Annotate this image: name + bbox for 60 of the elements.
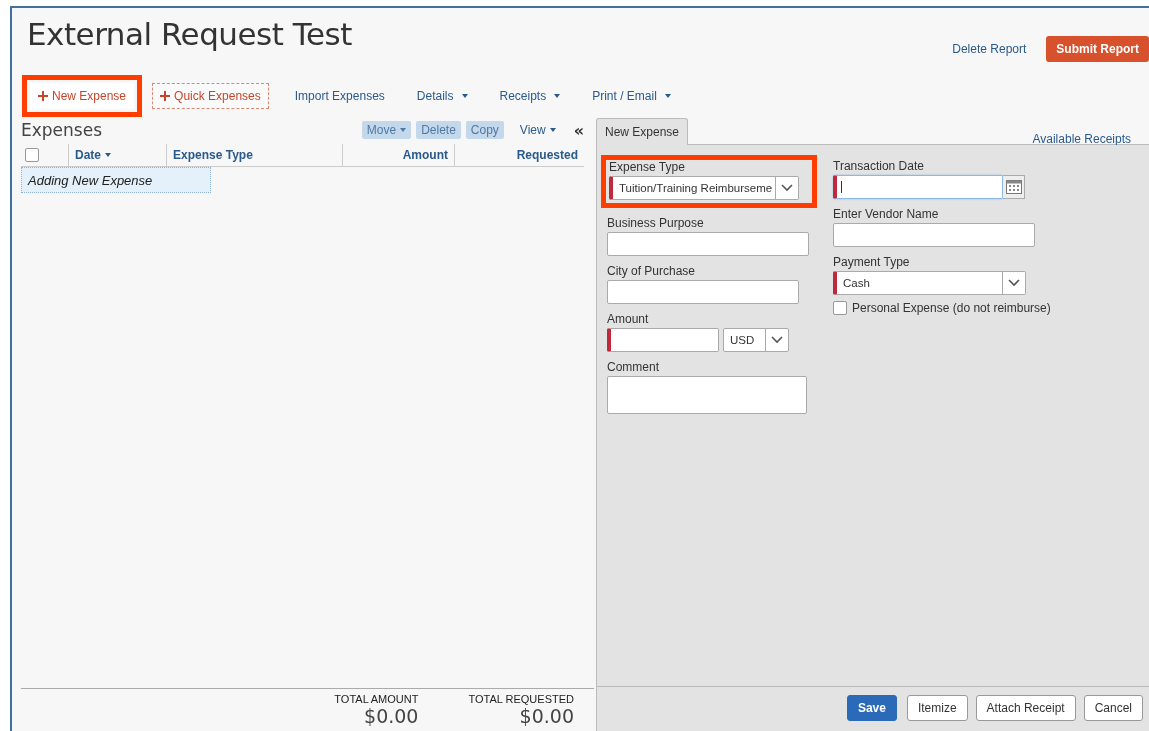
caret-icon <box>400 128 407 132</box>
currency-dropdown[interactable]: USD <box>723 328 789 352</box>
date-field[interactable] <box>833 175 1003 199</box>
toolbar-link[interactable]: Import Expenses <box>294 89 385 103</box>
dropdown[interactable]: Cash <box>833 271 1026 295</box>
chevron-icon <box>781 184 793 192</box>
field-label: Enter Vendor Name <box>833 207 940 221</box>
menu-link[interactable]: Print / Email <box>592 89 671 103</box>
select-all-checkbox[interactable] <box>25 148 39 162</box>
dropdown[interactable]: Tuition/Training Reimburseme <box>609 176 799 200</box>
column-header[interactable]: Requested <box>455 144 584 166</box>
submit-button[interactable]: Submit Report <box>1046 36 1149 62</box>
comment-field[interactable] <box>607 376 807 414</box>
total-label: TOTAL REQUESTED <box>468 693 574 705</box>
field-label: Expense Type <box>609 160 686 174</box>
field-label: City of Purchase <box>607 264 697 278</box>
field-label: Amount <box>607 312 650 326</box>
plus-icon <box>38 91 48 101</box>
menu-link[interactable]: Receipts <box>499 89 561 103</box>
column-header[interactable]: Expense Type <box>167 144 343 166</box>
caret-icon <box>461 94 468 98</box>
chevron-icon <box>1008 279 1020 287</box>
field-label: Transaction Date <box>833 159 925 173</box>
plus-icon <box>160 91 171 101</box>
text-field[interactable] <box>607 232 809 256</box>
delete-report-link[interactable]: Delete Report <box>952 42 1027 56</box>
total-value: $0.00 <box>519 705 574 727</box>
text-field[interactable] <box>607 280 799 304</box>
caret-icon <box>554 94 561 98</box>
table-row[interactable]: Adding New Expense <box>21 167 211 193</box>
field-label: Personal Expense (do not reimburse) <box>852 301 1051 315</box>
amount-field[interactable] <box>607 328 719 352</box>
caret-icon <box>549 128 556 132</box>
add-expense-button[interactable]: New Expense <box>30 83 135 109</box>
total-label: TOTAL AMOUNT <box>334 693 419 705</box>
field-label: Business Purpose <box>607 216 705 230</box>
panel-title: Expenses <box>21 120 102 140</box>
form-button[interactable]: Save <box>846 695 897 721</box>
field-label: Comment <box>607 360 660 374</box>
caret-icon <box>664 94 671 98</box>
text-field[interactable] <box>833 223 1035 247</box>
calendar-icon <box>1005 180 1022 194</box>
action-button[interactable]: View <box>514 121 561 139</box>
available-receipts-link[interactable]: Available Receipts <box>1032 132 1131 146</box>
form-button[interactable]: Attach Receipt <box>975 695 1076 721</box>
collapse-button[interactable]: « <box>573 120 584 140</box>
column-header[interactable]: Date <box>69 144 167 166</box>
form-tab[interactable]: New Expense <box>596 118 689 145</box>
page-title: External Request Test <box>27 16 352 52</box>
calendar-button[interactable] <box>1003 175 1025 199</box>
total-value: $0.00 <box>364 705 419 727</box>
add-expense-button[interactable]: Quick Expenses <box>152 83 269 109</box>
form-button[interactable]: Cancel <box>1083 695 1143 721</box>
menu-link[interactable]: Details <box>416 89 468 103</box>
column-header[interactable]: Amount <box>343 144 455 166</box>
field-label: Payment Type <box>833 255 911 269</box>
caret-icon <box>105 153 111 157</box>
chevron-icon <box>771 336 783 344</box>
form-button[interactable]: Itemize <box>906 695 968 721</box>
checkbox[interactable] <box>833 301 847 315</box>
